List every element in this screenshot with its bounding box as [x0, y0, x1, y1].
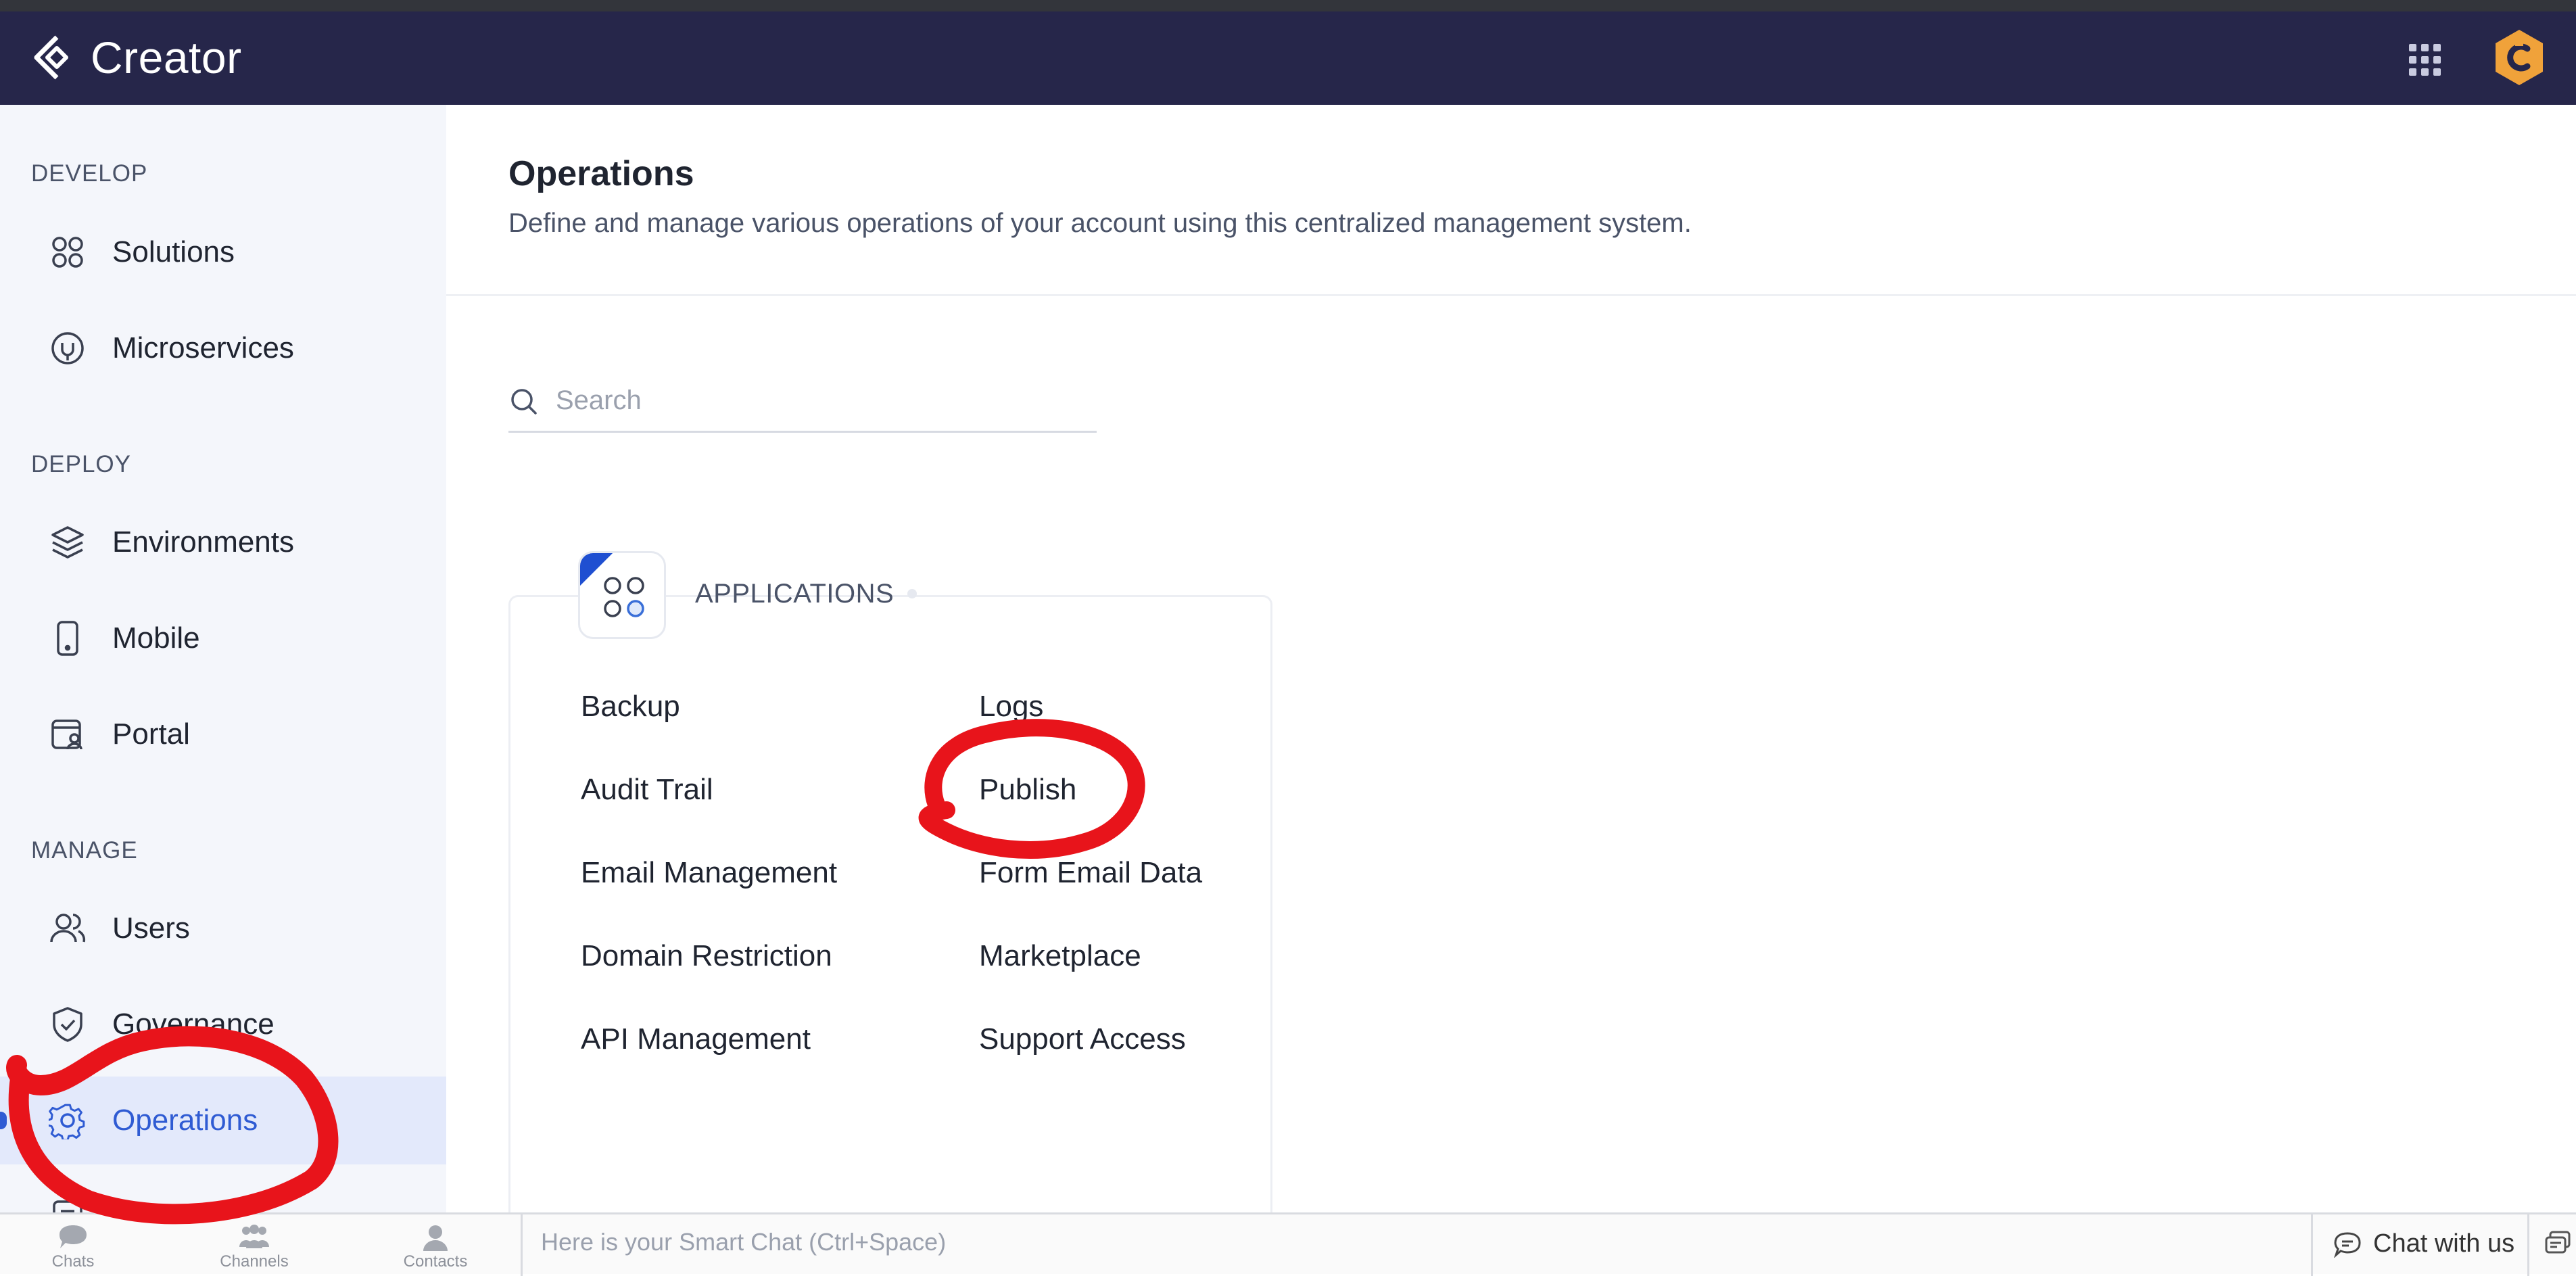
page-header: Operations Define and manage various ope… [446, 105, 2576, 296]
bottom-tab-contacts[interactable]: Contacts [395, 1224, 476, 1271]
bottom-tab-channels[interactable]: Channels [214, 1224, 295, 1271]
solutions-icon [49, 233, 87, 271]
sidebar-item-mobile[interactable]: Mobile [0, 594, 446, 682]
brand[interactable]: Creator [30, 32, 242, 83]
sidebar-item-label: Portal [112, 717, 190, 751]
op-link-form-email-data[interactable]: Form Email Data [979, 856, 1202, 890]
op-link-backup[interactable]: Backup [581, 690, 680, 724]
bottom-bar: Chats Channels Contacts Here is your Sma… [0, 1212, 2576, 1276]
chat-history-icon[interactable] [2544, 1229, 2572, 1258]
sidebar-item-label: Governance [112, 1008, 275, 1041]
microservices-icon [49, 329, 87, 367]
search-box [508, 371, 1097, 433]
chat-with-us-button[interactable]: Chat with us [2333, 1229, 2514, 1258]
applications-icon [604, 577, 644, 617]
search-input[interactable] [556, 385, 1070, 416]
sidebar-item-environments[interactable]: Environments [0, 498, 446, 586]
contact-icon [423, 1225, 448, 1251]
sidebar-item-label: Solutions [112, 235, 235, 268]
chat-with-us-label: Chat with us [2373, 1229, 2515, 1258]
applications-badge [578, 551, 666, 639]
op-link-email-management[interactable]: Email Management [581, 856, 837, 890]
section-manage: MANAGE [31, 837, 138, 864]
section-develop: DEVELOP [31, 160, 148, 187]
op-link-audit-trail[interactable]: Audit Trail [581, 773, 713, 807]
sidebar-item-label: Operations [112, 1104, 258, 1137]
op-link-marketplace[interactable]: Marketplace [979, 939, 1141, 973]
bottom-separator [521, 1214, 523, 1276]
sidebar-item-label: Environments [112, 525, 295, 559]
apps-grid-icon[interactable] [2409, 44, 2441, 76]
bottom-separator [2527, 1214, 2529, 1276]
creator-logo-icon [34, 35, 68, 80]
smart-chat-input[interactable]: Here is your Smart Chat (Ctrl+Space) [541, 1228, 946, 1256]
section-deploy: DEPLOY [31, 451, 131, 477]
card-title: APPLICATIONS [695, 579, 895, 609]
top-bar: Creator [0, 11, 2576, 105]
sidebar-item-portal[interactable]: Portal [0, 690, 446, 778]
op-link-api-management[interactable]: API Management [581, 1022, 811, 1056]
sidebar-item-users[interactable]: Users [0, 884, 446, 972]
bottom-separator [2311, 1214, 2313, 1276]
user-avatar[interactable] [2494, 28, 2545, 87]
bottom-tab-label: Channels [220, 1252, 289, 1271]
page-title: Operations [508, 154, 694, 193]
sidebar-item-solutions[interactable]: Solutions [0, 208, 446, 296]
chat-outline-icon [2334, 1231, 2361, 1258]
sidebar-item-label: Mobile [112, 621, 200, 655]
layers-icon [49, 523, 87, 561]
shield-icon [49, 1006, 87, 1043]
sidebar-item-label: Microservices [112, 331, 294, 364]
mobile-icon [49, 619, 87, 657]
sidebar-item-governance[interactable]: Governance [0, 980, 446, 1068]
chat-bubble-icon [59, 1225, 87, 1248]
card-title-dot [907, 589, 917, 598]
channels-icon [239, 1225, 269, 1248]
window-top-strip [0, 0, 2576, 11]
gear-icon [46, 1102, 87, 1141]
app-name: Creator [91, 32, 242, 82]
portal-icon [49, 715, 87, 753]
bottom-tab-label: Chats [51, 1252, 95, 1271]
active-indicator [0, 1112, 7, 1129]
search-icon [511, 388, 537, 415]
page-description: Define and manage various operations of … [508, 208, 1692, 238]
sidebar: DEVELOP Solutions Microservices DEPLOY E… [0, 105, 446, 1233]
bottom-tab-chats[interactable]: Chats [32, 1224, 114, 1271]
bottom-tab-label: Contacts [403, 1252, 468, 1271]
sidebar-item-label: Users [112, 912, 190, 945]
op-link-domain-restriction[interactable]: Domain Restriction [581, 939, 832, 973]
op-link-publish[interactable]: Publish [979, 773, 1076, 807]
sidebar-item-operations[interactable]: Operations [0, 1077, 446, 1164]
users-icon [49, 909, 87, 947]
op-link-support-access[interactable]: Support Access [979, 1022, 1186, 1056]
sidebar-item-microservices[interactable]: Microservices [0, 304, 446, 392]
op-link-logs[interactable]: Logs [979, 690, 1043, 724]
